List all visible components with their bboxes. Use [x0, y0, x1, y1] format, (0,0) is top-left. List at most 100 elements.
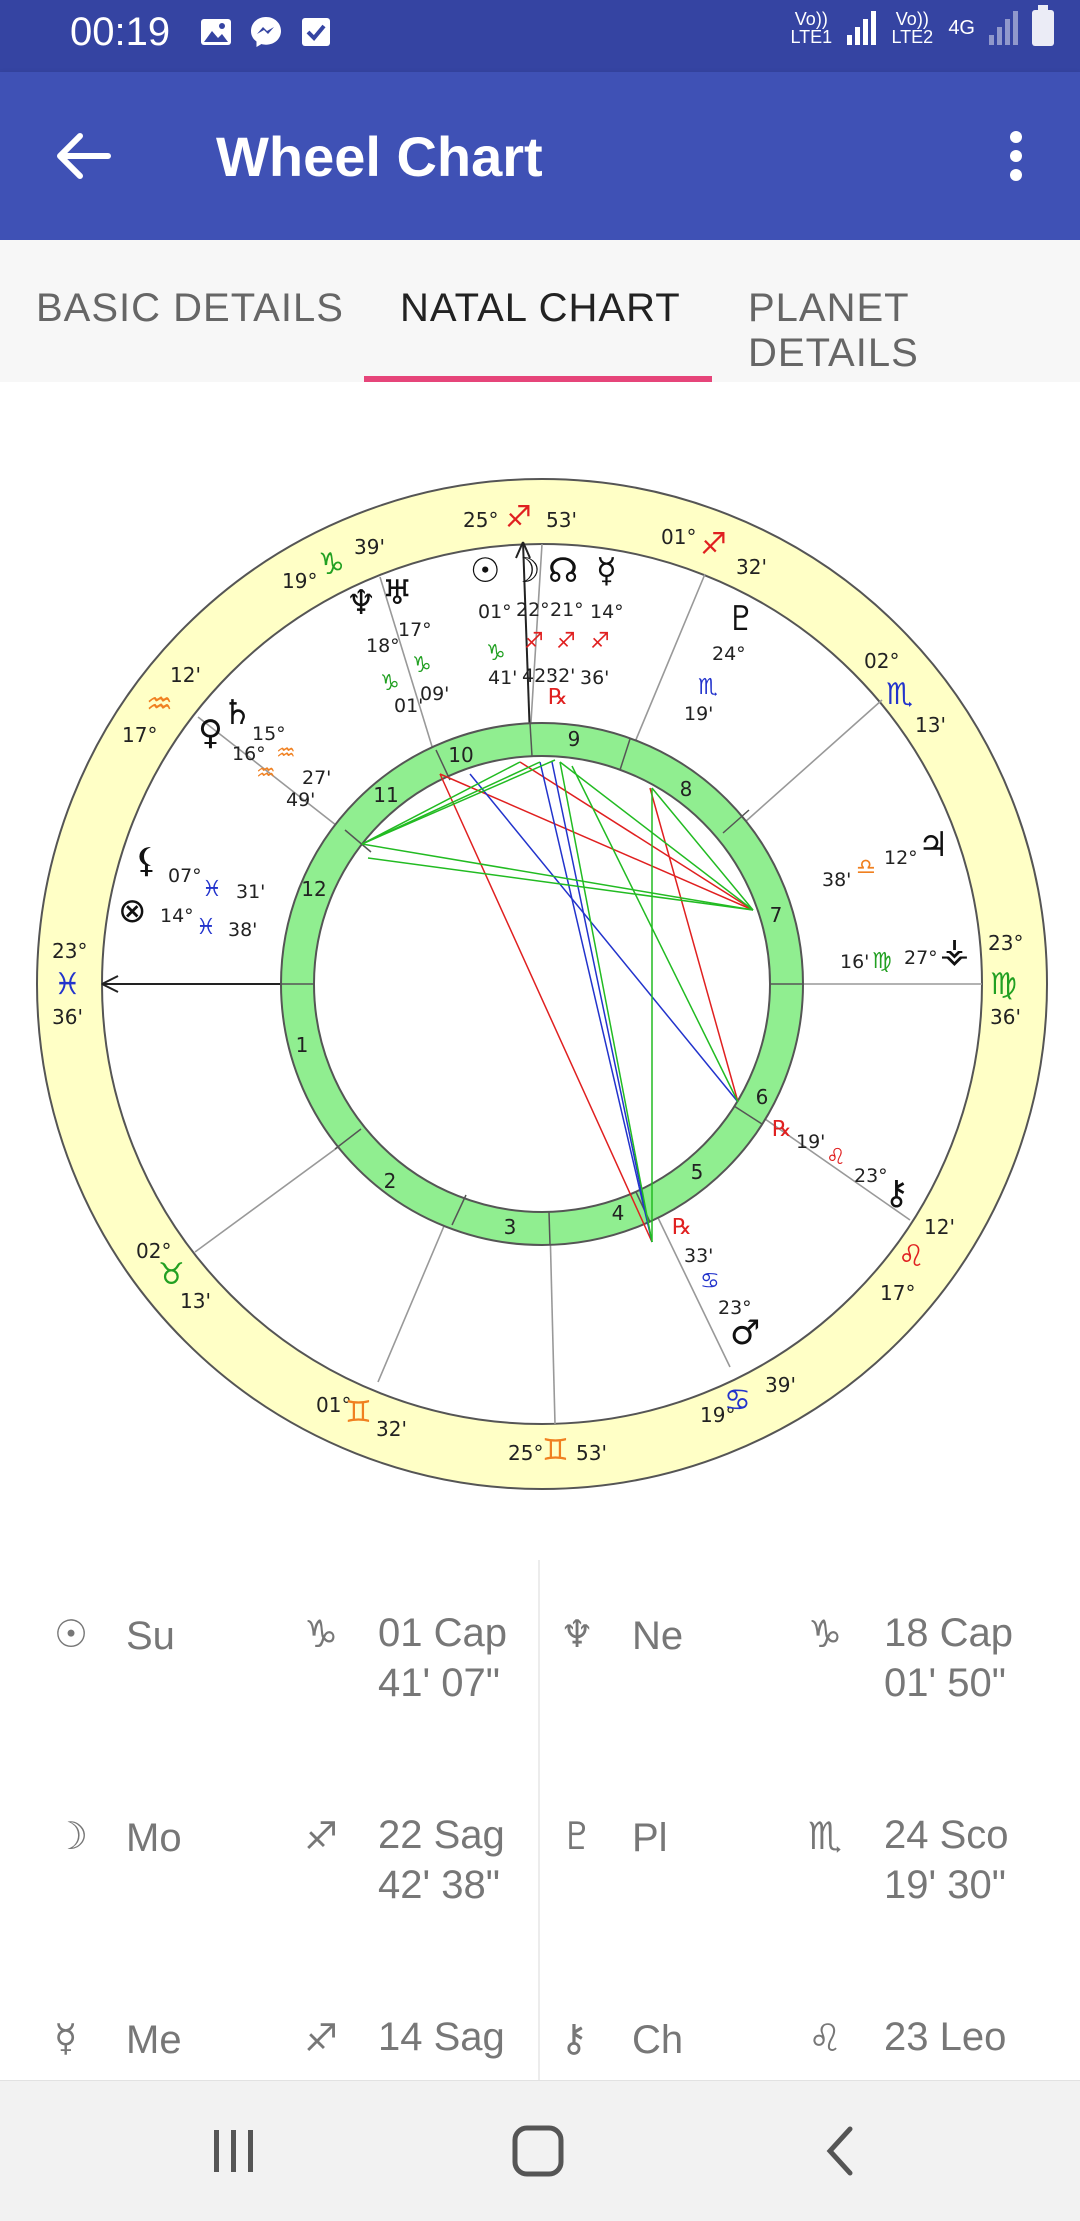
sun-icon: ☉ [54, 1612, 89, 1656]
tab-planet-details[interactable]: PLANET DETAILS [748, 286, 1080, 376]
signal-bars-icon [847, 11, 877, 45]
pluto-icon: ♇ [560, 1814, 595, 1858]
cusp-minute: 13' [180, 1289, 211, 1313]
arrow-left-icon [57, 133, 111, 179]
cusp-minute: 13' [915, 713, 946, 737]
planet-degree: 14° [160, 905, 194, 927]
tab-bar: BASIC DETAILS NATAL CHART PLANET DETAILS [0, 240, 1080, 382]
house-number: 3 [504, 1215, 517, 1239]
planet-position: 23 Leo [884, 2015, 1007, 2059]
taurus-icon: ♉ [158, 1257, 185, 1292]
column-divider [538, 1560, 540, 2080]
home-button[interactable] [488, 2111, 588, 2191]
planet-name: Ne [632, 1614, 684, 1658]
cusp-degree: 25° [463, 508, 498, 532]
mercury-icon: ☿ [596, 551, 617, 591]
cusp-degree: 23° [52, 939, 87, 963]
cancer-icon: ♋ [700, 1269, 720, 1294]
cusp-minute: 12' [924, 1215, 955, 1239]
planet-degree: 21° [550, 599, 584, 621]
venus-icon: ♀ [198, 713, 223, 753]
tab-basic-details[interactable]: BASIC DETAILS [36, 286, 344, 331]
cusp-degree: 23° [988, 931, 1023, 955]
back-button[interactable] [44, 116, 124, 196]
network-label-2: Vo)) LTE2 [891, 9, 934, 47]
virgo-icon: ♍ [990, 967, 1017, 1002]
planet-degree: 23° [854, 1165, 888, 1187]
mars-icon: ♂ [730, 1313, 760, 1353]
status-indicators: Vo)) LTE1 Vo)) LTE2 4G [789, 5, 1054, 47]
messenger-icon [248, 14, 284, 50]
part-of-fortune-icon: ⊗ [118, 891, 147, 931]
chevron-left-icon [826, 2126, 853, 2176]
virgo-icon: ♍ [872, 949, 892, 974]
planet-minute: 33' [684, 1245, 713, 1267]
planet-minute: 38' [228, 919, 257, 941]
planet-minute: 19' [684, 703, 713, 725]
planet-name: Ch [632, 2018, 684, 2062]
capricorn-icon: ♑ [412, 653, 432, 678]
planet-degree: 16° [232, 743, 266, 765]
house-number: 6 [756, 1085, 769, 1109]
network-label-1: Vo)) LTE1 [790, 9, 833, 47]
cusp-minute: 32' [736, 555, 767, 579]
planet-degree: 22° [516, 599, 550, 621]
scorpio-icon: ♏ [808, 1814, 843, 1858]
planet-degree: 12° [884, 847, 918, 869]
planet-minute: 19' [796, 1131, 825, 1153]
saturn-icon: ♄ [222, 693, 252, 733]
planet-minute: 38' [822, 869, 851, 891]
retrograde-icon: ℞ [548, 685, 568, 710]
cusp-degree: 17° [122, 723, 157, 747]
house-number: 2 [384, 1169, 397, 1193]
planet-degree: 23° [718, 1297, 752, 1319]
notification-icons [198, 14, 334, 50]
planet-position: 18 Cap 01' 50" [884, 1611, 1013, 1705]
cusp-minute: 12' [170, 663, 201, 687]
scorpio-icon: ♏ [698, 675, 718, 700]
cusp-minute: 53' [576, 1441, 607, 1465]
more-vertical-icon [1010, 131, 1022, 181]
moon-icon: ☽ [510, 551, 540, 591]
planet-degree: 17° [398, 619, 432, 641]
planet-name: Su [126, 1614, 175, 1658]
system-nav-bar [0, 2080, 1080, 2221]
planet-position: 22 Sag 42' 38" [378, 1813, 505, 1907]
pisces-icon: ♓ [196, 915, 216, 940]
retrograde-icon: ℞ [672, 1215, 692, 1240]
capricorn-icon: ♑ [304, 1612, 339, 1656]
house-number: 5 [691, 1160, 704, 1184]
cusp-degree: 17° [880, 1281, 915, 1305]
overflow-menu-button[interactable] [986, 116, 1046, 196]
cusp-minute: 32' [376, 1417, 407, 1441]
cusp-degree: 19° [282, 569, 317, 593]
cusp-degree: 01° [661, 525, 696, 549]
sagittarius-icon: ♐ [590, 629, 610, 654]
planet-degree: 27° [904, 947, 938, 969]
tab-natal-chart[interactable]: NATAL CHART [400, 286, 681, 331]
cusp-minute: 39' [765, 1373, 796, 1397]
mercury-icon: ☿ [54, 2016, 78, 2060]
sagittarius-icon: ♐ [304, 2016, 339, 2060]
capricorn-icon: ♑ [318, 547, 345, 582]
battery-icon [1032, 5, 1054, 46]
jupiter-icon: ♃ [918, 825, 948, 865]
house-number: 10 [448, 743, 473, 767]
aspect-field [313, 755, 771, 1213]
chiron-icon: ⚷ [560, 2016, 588, 2060]
signal-bars-dim-icon [989, 11, 1018, 45]
gallery-icon [198, 14, 234, 50]
sagittarius-icon: ♐ [556, 629, 576, 654]
retrograde-icon: ℞ [772, 1117, 792, 1142]
planet-degree: 15° [252, 723, 286, 745]
recent-apps-button[interactable] [184, 2111, 284, 2191]
natal-wheel-svg: 1 2 3 4 5 6 7 8 9 10 11 12 25° 53' 01° 3… [36, 478, 1048, 1490]
checkbox-icon [298, 14, 334, 50]
house-number: 1 [296, 1033, 309, 1057]
back-nav-button[interactable] [790, 2111, 890, 2191]
chiron-icon: ⚷ [884, 1173, 909, 1213]
planet-degree: 07° [168, 865, 202, 887]
house-number: 12 [301, 877, 326, 901]
pisces-icon: ♓ [54, 967, 81, 1002]
libra-icon: ♎ [856, 855, 876, 880]
